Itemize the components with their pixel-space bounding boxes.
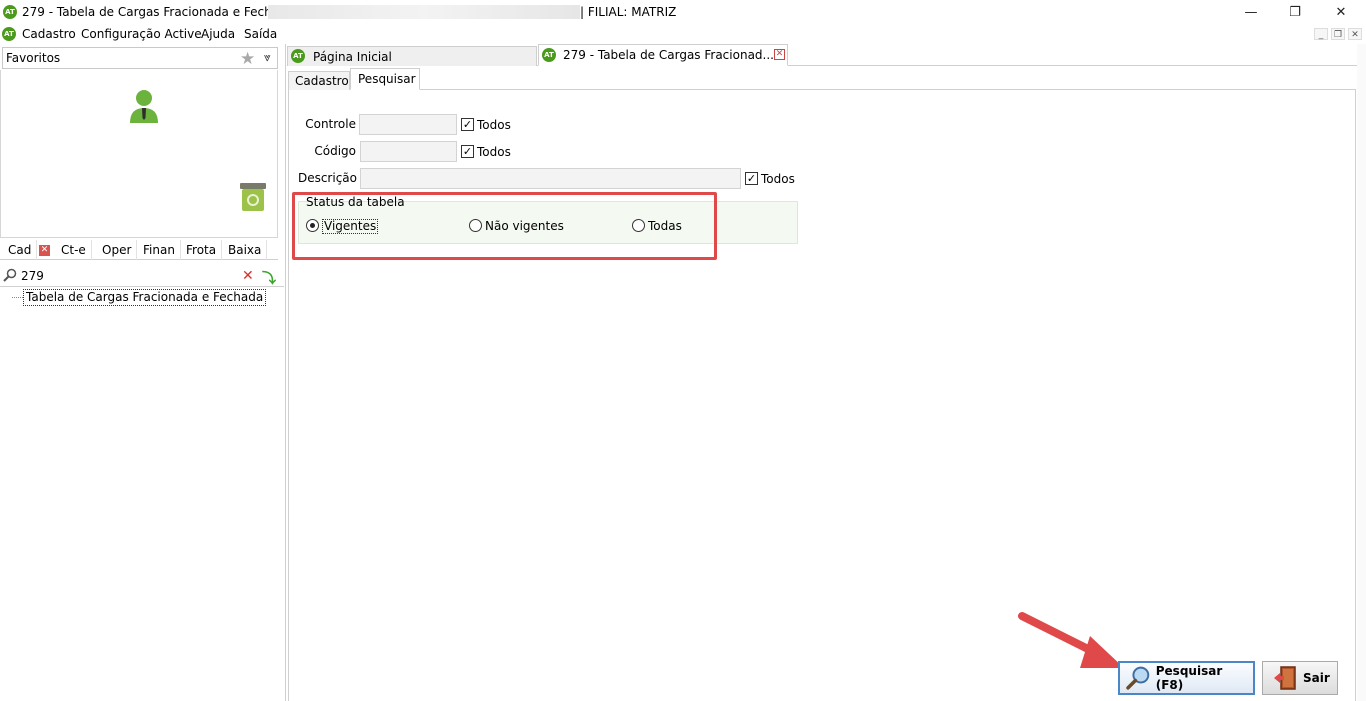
- left-tab-cte[interactable]: Ct-e: [56, 240, 92, 260]
- close-button[interactable]: ✕: [1318, 0, 1364, 24]
- highlight-annotation: [292, 192, 717, 260]
- search-button-label: Pesquisar (F8): [1155, 664, 1223, 692]
- descricao-label: Descrição: [297, 171, 357, 185]
- left-tab-finan[interactable]: Finan: [138, 240, 181, 260]
- subtab-divider: [288, 89, 1356, 90]
- controle-field[interactable]: [359, 114, 457, 135]
- restore-button[interactable]: ❐: [1272, 0, 1318, 24]
- search-button[interactable]: Pesquisar (F8): [1118, 661, 1255, 695]
- current-tab-logo-icon: AT: [542, 48, 556, 62]
- window-title-branch: | FILIAL: MATRIZ: [580, 5, 677, 19]
- app-logo-icon: AT: [3, 5, 17, 19]
- exit-button[interactable]: Sair: [1262, 661, 1338, 695]
- search-icon: [3, 268, 17, 282]
- descricao-todos-checkbox[interactable]: ✓: [745, 172, 758, 185]
- tab-current-label[interactable]: 279 - Tabela de Cargas Fracionad...: [563, 48, 774, 62]
- menu-ajuda[interactable]: Ajuda: [201, 27, 235, 41]
- mdi-minimize-icon[interactable]: _: [1314, 28, 1328, 40]
- title-blurred-text: [268, 5, 580, 19]
- minimize-button[interactable]: —: [1228, 0, 1274, 24]
- controle-label: Controle: [305, 117, 356, 131]
- star-icon[interactable]: ★: [240, 49, 255, 69]
- right-edge: [1357, 44, 1366, 701]
- menu-configuracao[interactable]: Configuração Active: [81, 27, 202, 41]
- tree-connector: [12, 297, 23, 298]
- left-tab-cad[interactable]: Cad: [3, 240, 38, 260]
- codigo-todos-label: Todos: [477, 145, 511, 159]
- user-icon[interactable]: [128, 88, 160, 124]
- controle-todos-label: Todos: [477, 118, 511, 132]
- tree-item[interactable]: Tabela de Cargas Fracionada e Fechada: [23, 289, 267, 306]
- codigo-field[interactable]: [360, 141, 457, 162]
- menu-saida[interactable]: Saída: [244, 27, 277, 41]
- left-tab-frota[interactable]: Frota: [181, 240, 223, 260]
- mdi-close-icon[interactable]: ✕: [1348, 28, 1362, 40]
- magnifier-icon: [1126, 666, 1150, 690]
- pin-icon[interactable]: ⩔: [264, 50, 271, 65]
- codigo-todos-checkbox[interactable]: ✓: [461, 145, 474, 158]
- descricao-field[interactable]: [360, 168, 741, 189]
- tab-pesquisar[interactable]: Pesquisar: [350, 68, 420, 90]
- exit-button-label: Sair: [1303, 671, 1330, 685]
- close-tab-icon[interactable]: ✕: [774, 49, 785, 60]
- home-tab-logo-icon: AT: [291, 49, 305, 63]
- controle-todos-checkbox[interactable]: ✓: [461, 118, 474, 131]
- go-arrow-icon[interactable]: ⤵: [262, 268, 276, 288]
- recycle-bin-icon[interactable]: [238, 182, 268, 212]
- exit-door-icon: [1274, 666, 1296, 690]
- arrow-annotation-icon: [1018, 612, 1124, 668]
- codigo-label: Código: [314, 144, 356, 158]
- close-tab-icon[interactable]: ✕: [39, 245, 50, 256]
- left-tab-baixa[interactable]: Baixa: [223, 240, 268, 260]
- tab-pagina-inicial-label[interactable]: Página Inicial: [313, 50, 392, 64]
- left-tab-oper[interactable]: Oper: [97, 240, 138, 260]
- mdi-restore-icon[interactable]: ❐: [1331, 28, 1345, 40]
- menu-app-icon: AT: [2, 27, 16, 41]
- search-input[interactable]: 279: [21, 269, 44, 283]
- window-title: 279 - Tabela de Cargas Fracionada e Fech…: [22, 5, 303, 19]
- tab-cadastro[interactable]: Cadastro: [288, 71, 350, 90]
- favorites-label: Favoritos: [6, 51, 61, 65]
- clear-search-icon[interactable]: ✕: [242, 268, 254, 284]
- descricao-todos-label: Todos: [761, 172, 795, 186]
- menu-cadastro[interactable]: Cadastro: [22, 27, 76, 41]
